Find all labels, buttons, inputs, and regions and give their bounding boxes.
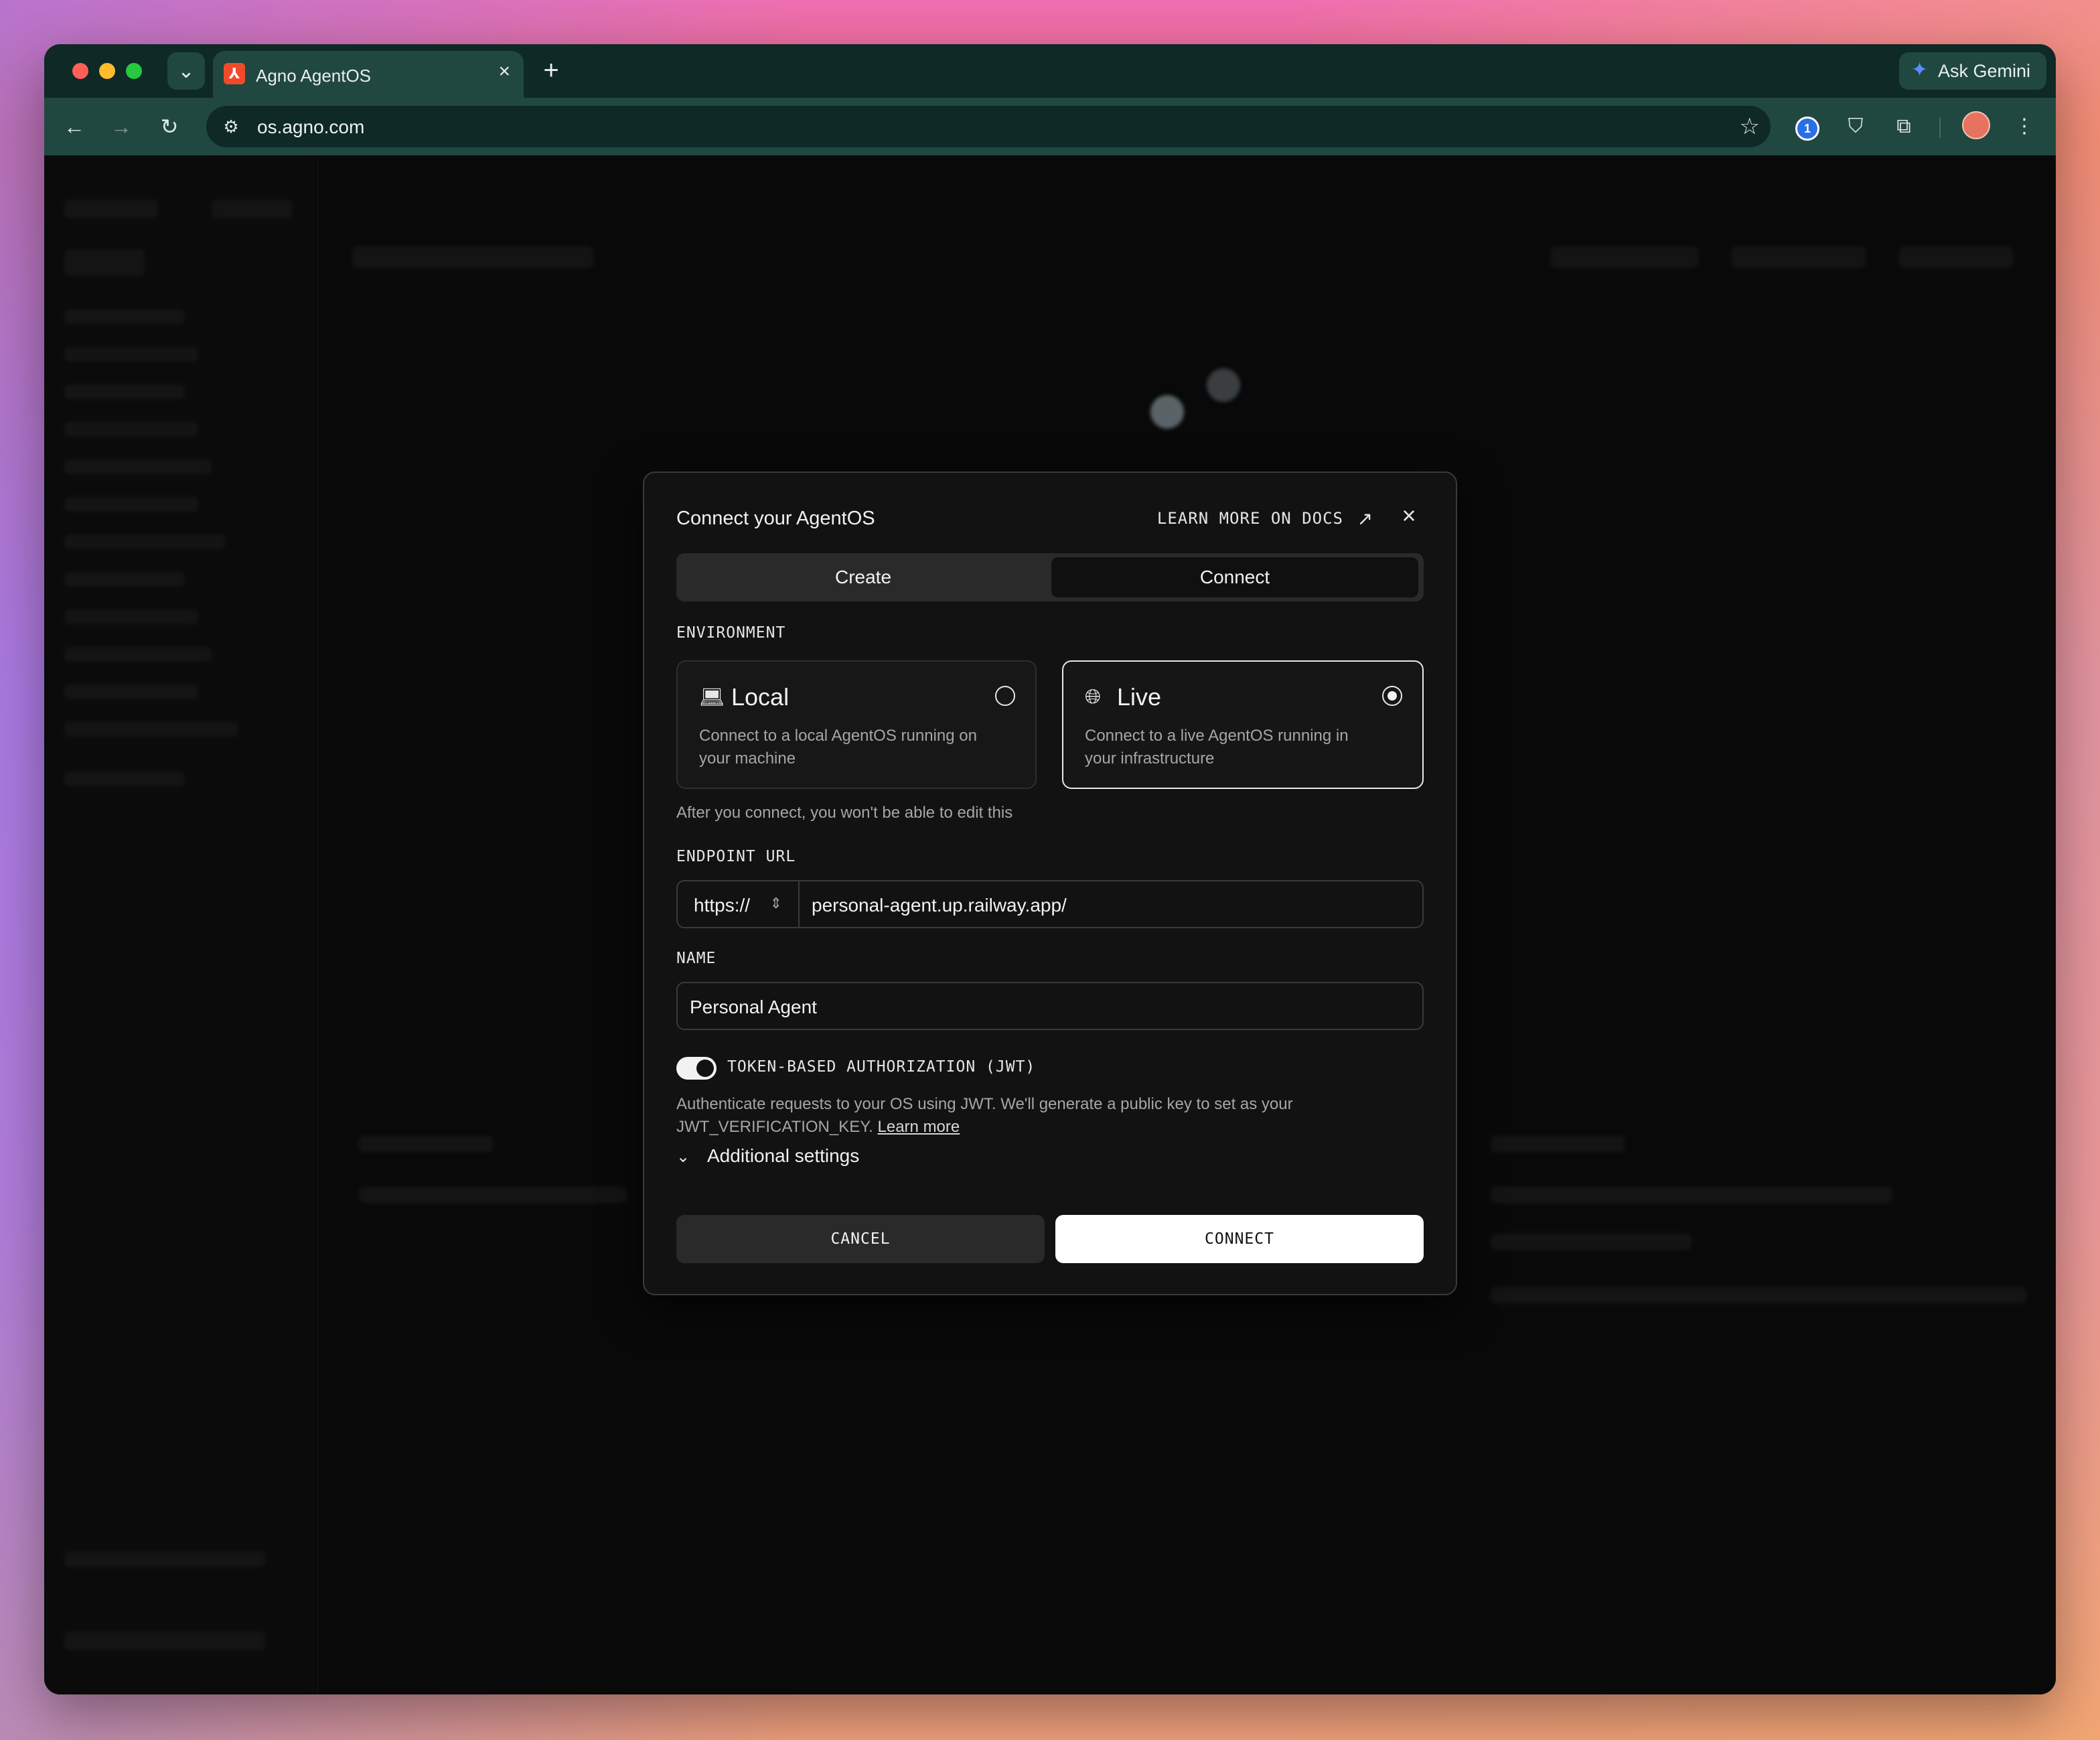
connect-agentos-dialog: Connect your AgentOS LEARN MORE ON DOCS …	[643, 472, 1457, 1295]
agno-favicon-icon: ⅄	[224, 63, 245, 84]
jwt-label: TOKEN-BASED AUTHORIZATION (JWT)	[727, 1058, 1036, 1076]
environment-option-live[interactable]: 🌐︎ Live Connect to a live AgentOS runnin…	[1062, 660, 1424, 789]
external-link-icon[interactable]: ↗	[1357, 508, 1373, 530]
password-manager-extension-icon[interactable]: 1	[1792, 111, 1823, 142]
loading-dot	[1207, 368, 1240, 402]
browser-tab-active[interactable]: ⅄ Agno AgentOS ×	[213, 51, 524, 98]
connect-button[interactable]: CONNECT	[1055, 1215, 1424, 1263]
toggle-knob	[696, 1060, 714, 1077]
tab-close-icon[interactable]: ×	[498, 60, 510, 83]
url-text: os.agno.com	[257, 117, 365, 137]
arrow-left-icon: ←	[64, 115, 85, 139]
chevron-down-icon: ⌄	[676, 1148, 690, 1166]
additional-settings-toggle[interactable]: ⌄ Additional settings	[676, 1145, 859, 1167]
dialog-title: Connect your AgentOS	[676, 508, 875, 529]
jwt-learn-more-link[interactable]: Learn more	[878, 1118, 960, 1136]
tab-create[interactable]: Create	[676, 553, 1050, 601]
environment-description: Connect to a local AgentOS running on yo…	[699, 727, 977, 768]
learn-more-docs-link[interactable]: LEARN MORE ON DOCS	[1157, 509, 1343, 528]
environment-option-local[interactable]: 💻︎ Local Connect to a local AgentOS runn…	[676, 660, 1037, 789]
environment-name: Live	[1117, 683, 1162, 711]
minimize-window-button[interactable]	[99, 63, 115, 79]
mode-tabs: Create Connect	[676, 553, 1424, 601]
tab-connect[interactable]: Connect	[1051, 557, 1418, 597]
maximize-window-button[interactable]	[126, 63, 142, 79]
radio-live[interactable]	[1382, 686, 1402, 706]
name-label: NAME	[676, 950, 717, 967]
shield-extension-icon[interactable]: ⛉	[1840, 111, 1871, 142]
cancel-button[interactable]: CANCEL	[676, 1215, 1045, 1263]
loading-dot	[1150, 395, 1184, 429]
endpoint-url-field: https:// ⇕ personal-agent.up.railway.app…	[676, 880, 1424, 928]
profile-avatar[interactable]	[1961, 111, 1992, 142]
jwt-description-text: Authenticate requests to your OS using J…	[676, 1095, 1293, 1136]
environment-help-text: After you connect, you won't be able to …	[676, 804, 1013, 822]
jwt-description: Authenticate requests to your OS using J…	[676, 1093, 1346, 1139]
forward-button[interactable]: →	[106, 111, 137, 142]
environment-label: ENVIRONMENT	[676, 624, 786, 642]
site-settings-icon[interactable]: ⚙	[216, 111, 246, 142]
jwt-toggle[interactable]	[676, 1057, 717, 1080]
chevron-down-icon: ⌄	[177, 60, 195, 82]
laptop-icon: 💻︎	[699, 686, 725, 709]
extensions-puzzle-icon[interactable]: ⧉	[1888, 111, 1919, 142]
browser-window: ⌄ ⅄ Agno AgentOS × + ✦ Ask Gemini ← → ↻ …	[44, 44, 2056, 1694]
browser-toolbar: ← → ↻ ⚙ os.agno.com ☆ 1 ⛉ ⧉ ⋮	[44, 98, 2056, 155]
arrow-right-icon: →	[110, 115, 132, 139]
gemini-sparkle-icon: ✦	[1910, 59, 1929, 81]
name-value: Personal Agent	[690, 997, 817, 1017]
protocol-select[interactable]: https:// ⇕	[678, 881, 800, 927]
browser-menu-icon[interactable]: ⋮	[2009, 111, 2040, 142]
tab-bar: ⌄ ⅄ Agno AgentOS × + ✦ Ask Gemini	[44, 44, 2056, 98]
endpoint-input[interactable]: personal-agent.up.railway.app/	[812, 895, 1067, 916]
additional-settings-label: Additional settings	[707, 1145, 860, 1166]
ask-gemini-button[interactable]: ✦ Ask Gemini	[1898, 52, 2046, 90]
close-icon[interactable]: ×	[1396, 502, 1422, 529]
name-input[interactable]: Personal Agent	[676, 982, 1424, 1030]
globe-icon: 🌐︎	[1085, 686, 1101, 708]
address-bar[interactable]: ⚙ os.agno.com ☆	[206, 106, 1771, 147]
radio-local[interactable]	[995, 686, 1015, 706]
environment-description: Connect to a live AgentOS running in you…	[1085, 727, 1349, 768]
reload-button[interactable]: ↻	[154, 111, 185, 142]
new-tab-button[interactable]: +	[534, 54, 568, 87]
environment-name: Local	[731, 683, 790, 711]
toolbar-divider	[1939, 118, 1941, 138]
tab-title: Agno AgentOS	[256, 66, 372, 86]
bookmark-star-icon[interactable]: ☆	[1740, 111, 1760, 142]
chevron-up-down-icon: ⇕	[769, 895, 782, 912]
protocol-value: https://	[694, 895, 751, 916]
tab-search-button[interactable]: ⌄	[167, 52, 205, 90]
endpoint-url-label: ENDPOINT URL	[676, 848, 796, 865]
close-window-button[interactable]	[72, 63, 88, 79]
gemini-label: Ask Gemini	[1937, 61, 2030, 81]
reload-icon: ↻	[160, 115, 179, 139]
back-button[interactable]: ←	[59, 111, 90, 142]
